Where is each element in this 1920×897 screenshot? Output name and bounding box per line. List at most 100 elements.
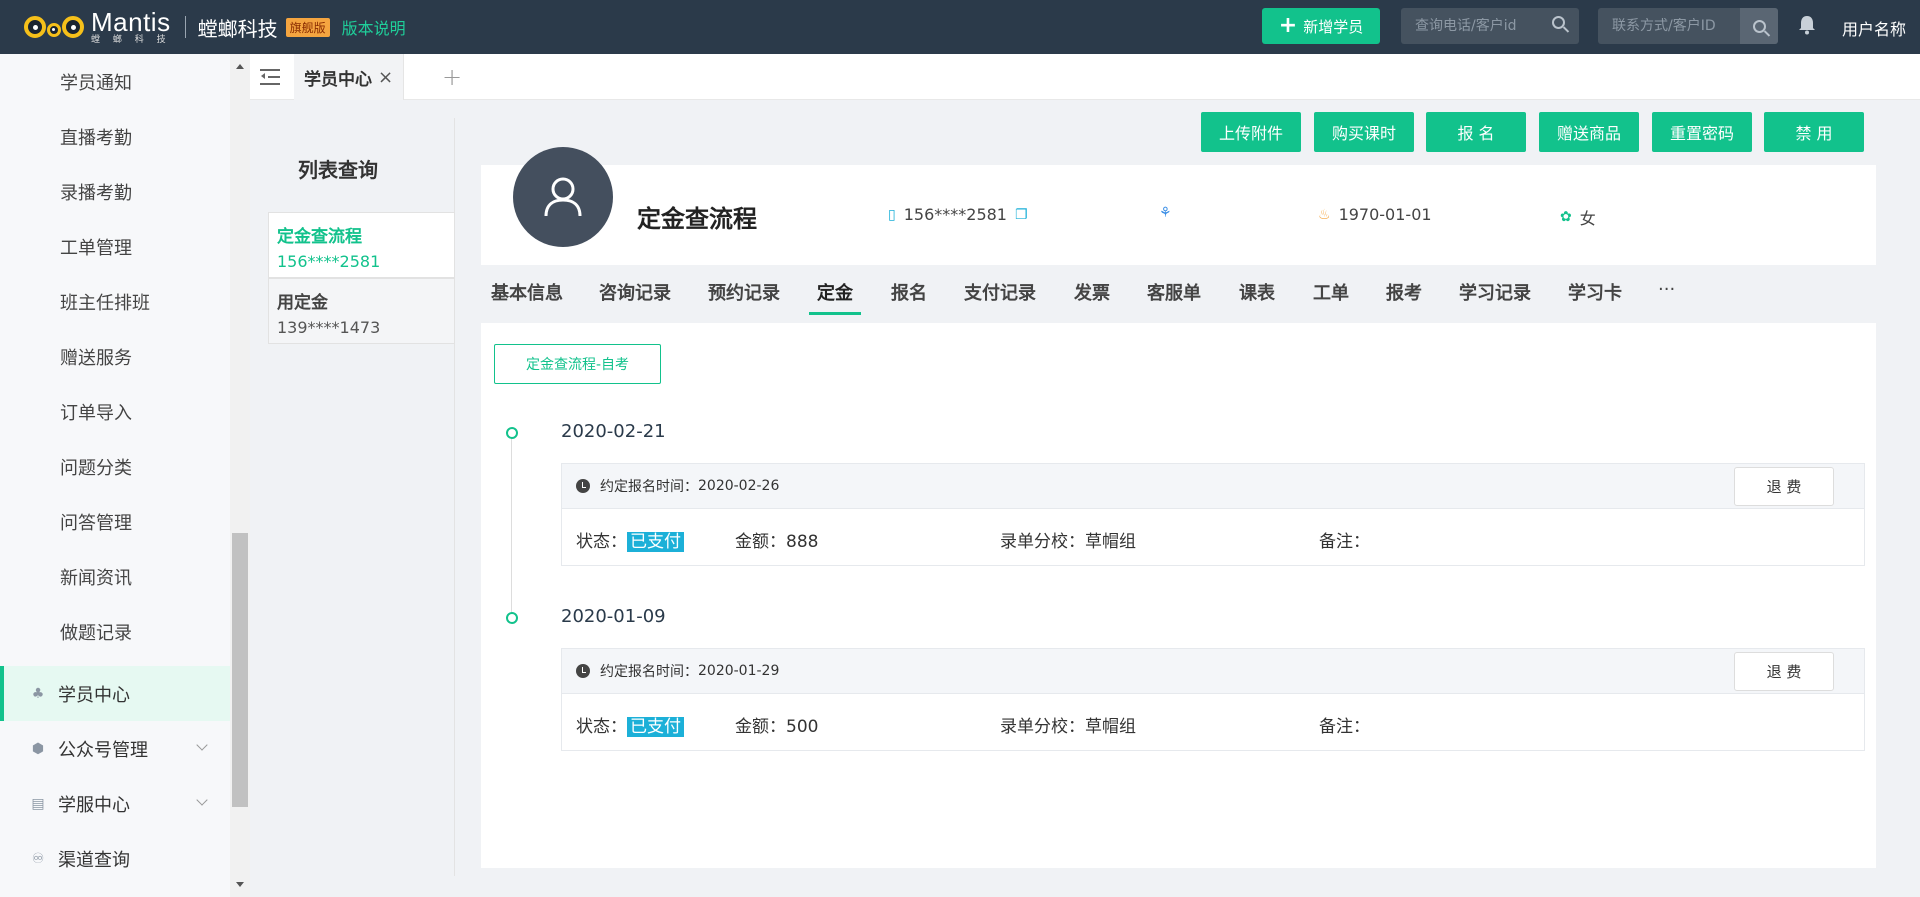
sidebar-item-label: 班主任排班 xyxy=(60,292,150,314)
phone-info: ▯ 156****2581 ❐ xyxy=(888,205,1036,224)
sidebar-item-label: 订单导入 xyxy=(60,402,132,424)
sidebar: 学员通知 直播考勤 录播考勤 工单管理 班主任排班 赠送服务 订单导入 问题分类… xyxy=(0,54,230,897)
add-tab-icon[interactable]: + xyxy=(442,63,462,91)
logo-eyes-icon xyxy=(24,16,85,38)
deposit-record: 约定报名时间： 2020-02-26 退 费 状态： 已支付 金额：888 录单分… xyxy=(561,463,1865,566)
tab-appointment-records[interactable]: 预约记录 xyxy=(708,279,780,305)
sidebar-item-recorded-attendance[interactable]: 录播考勤 xyxy=(0,164,230,219)
student-name: 定金查流程 xyxy=(637,205,757,233)
appoint-label: 约定报名时间： xyxy=(600,664,698,680)
top-bar: Mantis 螳 螂 科 技 螳螂科技 旗舰版 版本说明 + 新增学员 用户名称 xyxy=(0,0,1920,54)
tab-basic-info[interactable]: 基本信息 xyxy=(491,279,563,305)
reset-password-button[interactable]: 重置密码 xyxy=(1652,112,1752,152)
list-item[interactable]: 用定金 139****1473 xyxy=(268,278,455,344)
sidebar-item-label: 公众号管理 xyxy=(58,739,148,761)
sidebar-item-label: 问题分类 xyxy=(60,457,132,479)
copy-icon[interactable]: ❐ xyxy=(1015,207,1028,223)
branch-value: 草帽组 xyxy=(1085,532,1136,552)
search-icon[interactable] xyxy=(1552,16,1565,29)
amount-value: 500 xyxy=(786,717,819,737)
scroll-up-icon[interactable] xyxy=(236,64,244,69)
bell-icon[interactable] xyxy=(1798,15,1816,35)
sidebar-item-label: 录播考勤 xyxy=(60,182,132,204)
sidebar-item-teacher-schedule[interactable]: 班主任排班 xyxy=(0,274,230,329)
tab-consult-records[interactable]: 咨询记录 xyxy=(599,279,671,305)
scrollbar-thumb[interactable] xyxy=(232,533,248,807)
sidebar-item-qa-management[interactable]: 问答管理 xyxy=(0,494,230,549)
refund-button[interactable]: 退 费 xyxy=(1734,467,1834,506)
tab-invoice[interactable]: 发票 xyxy=(1074,279,1110,305)
timeline-dot xyxy=(506,427,518,439)
tab-study-card[interactable]: 学习卡 xyxy=(1568,279,1622,305)
version-notes-link[interactable]: 版本说明 xyxy=(342,15,406,39)
clock-icon xyxy=(576,664,590,678)
search-button[interactable] xyxy=(1740,8,1778,44)
tab-study-records[interactable]: 学习记录 xyxy=(1459,279,1531,305)
user-name[interactable]: 用户名称 xyxy=(1842,16,1906,40)
tab-service-tickets[interactable]: 客服单 xyxy=(1147,279,1201,305)
contact-search-box xyxy=(1598,8,1778,44)
phone-search-input[interactable] xyxy=(1401,18,1541,34)
sidebar-item-exercise-records[interactable]: 做题记录 xyxy=(0,604,230,659)
refund-button[interactable]: 退 费 xyxy=(1734,652,1834,691)
more-tabs-icon[interactable]: ··· xyxy=(1658,279,1675,300)
amount-field: 金额：888 xyxy=(735,532,819,552)
gender-icon: ✿ xyxy=(1560,209,1572,225)
collapse-menu-icon[interactable] xyxy=(260,66,284,88)
detail-tabs: 基本信息 咨询记录 预约记录 定金 报名 支付记录 发票 客服单 课表 工单 报… xyxy=(481,265,1876,323)
list-item-phone: 139****1473 xyxy=(277,318,381,337)
plus-icon: + xyxy=(1278,13,1298,38)
brand-name: 螳螂科技 xyxy=(197,16,278,41)
scroll-down-icon[interactable] xyxy=(236,882,244,887)
upload-attachment-button[interactable]: 上传附件 xyxy=(1201,112,1301,152)
tab-schedule[interactable]: 课表 xyxy=(1239,279,1275,305)
sidebar-item-channel-query[interactable]: ♾ 渠道查询 xyxy=(0,831,230,886)
sidebar-item-question-category[interactable]: 问题分类 xyxy=(0,439,230,494)
add-student-button[interactable]: + 新增学员 xyxy=(1262,8,1380,44)
tab-payment-records[interactable]: 支付记录 xyxy=(964,279,1036,305)
cake-icon: ♨ xyxy=(1318,206,1331,223)
list-item[interactable]: 定金查流程 156****2581 xyxy=(268,212,455,278)
disable-button[interactable]: 禁 用 xyxy=(1764,112,1864,152)
sidebar-item-live-attendance[interactable]: 直播考勤 xyxy=(0,109,230,164)
mantis-logo[interactable]: Mantis 螳 螂 科 技 螳螂科技 旗舰版 版本说明 xyxy=(24,9,406,45)
sidebar-item-service-center[interactable]: ▤ 学服中心 xyxy=(0,776,230,831)
sidebar-item-label: 学服中心 xyxy=(58,794,130,816)
close-icon[interactable]: × xyxy=(378,67,393,88)
gift-goods-button[interactable]: 赠送商品 xyxy=(1539,112,1639,152)
logo-text: Mantis xyxy=(91,7,171,37)
sidebar-item-ticket-management[interactable]: 工单管理 xyxy=(0,219,230,274)
enroll-button[interactable]: 报 名 xyxy=(1426,112,1526,152)
birthday-info: ♨ 1970-01-01 xyxy=(1318,205,1432,224)
tab-enroll[interactable]: 报名 xyxy=(891,279,927,305)
sidebar-item-news[interactable]: 新闻资讯 xyxy=(0,549,230,604)
tab-exam-registration[interactable]: 报考 xyxy=(1386,279,1422,305)
sidebar-item-order-import[interactable]: 订单导入 xyxy=(0,384,230,439)
sidebar-item-student-center[interactable]: ♣ 学员中心 xyxy=(0,666,230,721)
list-item-phone: 156****2581 xyxy=(277,252,381,271)
list-item-name: 用定金 xyxy=(277,293,328,313)
sidebar-item-label: 新闻资讯 xyxy=(60,567,132,589)
gender-info: ✿ 女 xyxy=(1560,205,1596,229)
sidebar-item-official-account[interactable]: ⬢ 公众号管理 xyxy=(0,721,230,776)
deposit-record: 约定报名时间： 2020-01-29 退 费 状态： 已支付 金额：500 录单分… xyxy=(561,648,1865,751)
edition-badge: 旗舰版 xyxy=(285,17,330,37)
sidebar-item-student-notice[interactable]: 学员通知 xyxy=(0,54,230,109)
tab-student-center[interactable]: 学员中心 × xyxy=(294,54,404,100)
sidebar-scrollbar[interactable] xyxy=(230,54,250,897)
tab-deposit[interactable]: 定金 xyxy=(809,279,861,315)
sidebar-item-label: 学员通知 xyxy=(60,72,132,94)
appoint-label: 约定报名时间： xyxy=(600,479,698,495)
amount-value: 888 xyxy=(786,532,819,552)
phone-value: 156****2581 xyxy=(903,205,1007,224)
status-badge: 已支付 xyxy=(627,532,684,552)
phone-icon: ▯ xyxy=(888,206,896,223)
gender-value: 女 xyxy=(1579,209,1596,228)
sidebar-item-gift-service[interactable]: 赠送服务 xyxy=(0,329,230,384)
contact-search-input[interactable] xyxy=(1598,18,1738,34)
buy-hours-button[interactable]: 购买课时 xyxy=(1314,112,1414,152)
list-item-name: 定金查流程 xyxy=(277,227,362,247)
deposit-flow-filter[interactable]: 定金查流程-自考 xyxy=(494,344,661,384)
tab-tickets[interactable]: 工单 xyxy=(1313,279,1349,305)
search-icon xyxy=(1752,19,1766,33)
